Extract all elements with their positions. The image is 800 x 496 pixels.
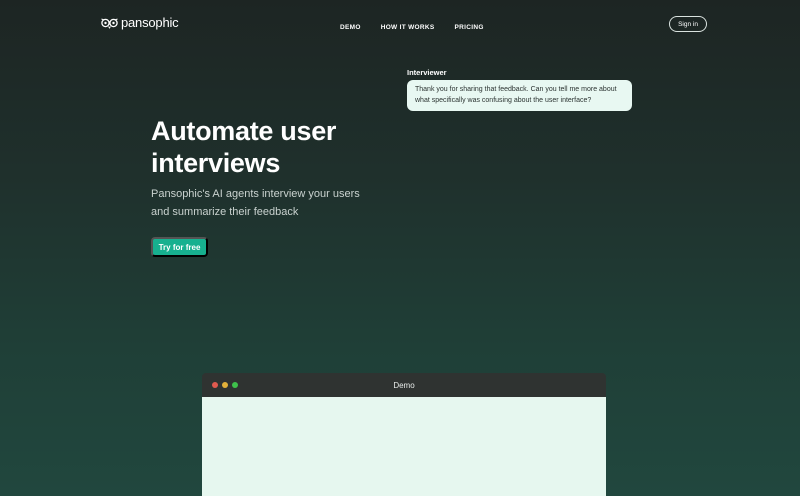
nav-how-it-works[interactable]: HOW IT WORKS — [381, 24, 435, 31]
nav-pricing[interactable]: PRICING — [455, 24, 484, 31]
sign-in-button[interactable]: Sign in — [669, 16, 707, 32]
demo-titlebar: Demo — [202, 373, 606, 397]
window-controls — [212, 382, 238, 388]
minimize-dot-icon[interactable] — [222, 382, 228, 388]
chat-bubble: Thank you for sharing that feedback. Can… — [407, 80, 632, 111]
chat-speaker-label: Interviewer — [407, 68, 447, 77]
close-dot-icon[interactable] — [212, 382, 218, 388]
logo-text: pansophic — [121, 15, 179, 30]
hero-title: Automate user interviews — [151, 116, 337, 178]
maximize-dot-icon[interactable] — [232, 382, 238, 388]
chat-message: Thank you for sharing that feedback. Can… — [415, 86, 617, 104]
try-for-free-button[interactable]: Try for free — [151, 237, 208, 257]
nav-demo[interactable]: DEMO — [340, 24, 361, 31]
demo-content-area[interactable] — [202, 397, 606, 496]
owl-logo-icon — [101, 18, 118, 29]
main-nav: DEMO HOW IT WORKS PRICING — [340, 24, 484, 31]
hero-subtitle: Pansophic's AI agents interview your use… — [151, 188, 360, 218]
demo-title: Demo — [393, 380, 415, 390]
demo-window: Demo — [202, 373, 606, 496]
logo[interactable]: pansophic — [101, 15, 179, 30]
